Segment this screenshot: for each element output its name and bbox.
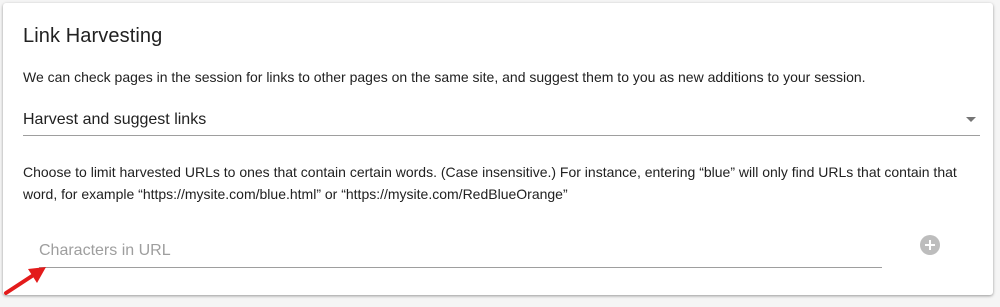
link-harvesting-card: Link Harvesting We can check pages in th… xyxy=(3,3,993,295)
url-filter-help-text: Choose to limit harvested URLs to ones t… xyxy=(23,164,957,202)
harvest-mode-select[interactable]: Harvest and suggest links xyxy=(23,103,980,136)
characters-in-url-input[interactable] xyxy=(39,239,882,263)
add-filter-button[interactable] xyxy=(920,235,940,255)
url-filter-field[interactable] xyxy=(39,235,882,268)
section-description: We can check pages in the session for li… xyxy=(23,69,866,85)
harvest-mode-selected-value: Harvest and suggest links xyxy=(23,111,207,128)
section-title: Link Harvesting xyxy=(23,25,163,47)
chevron-down-icon[interactable] xyxy=(966,117,976,122)
red-arrow-icon xyxy=(4,267,46,295)
plus-circle-icon xyxy=(925,240,935,250)
